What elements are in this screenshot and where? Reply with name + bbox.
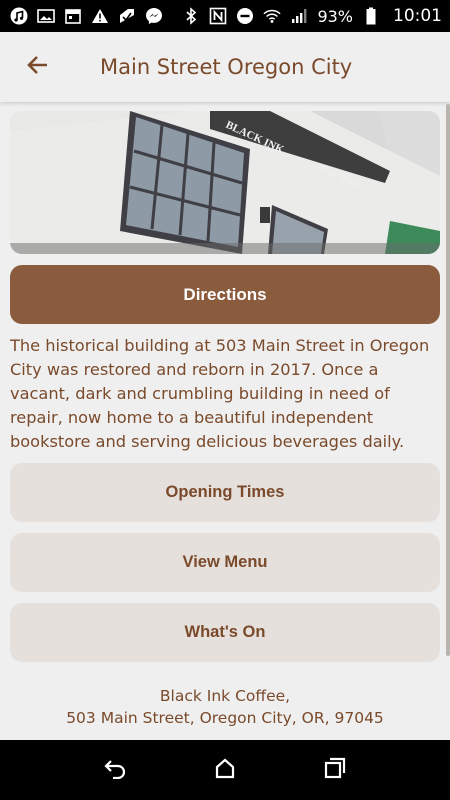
navigation-bar <box>0 740 450 800</box>
status-bar: 93% 10:01 <box>0 0 450 32</box>
back-button[interactable] <box>12 42 62 92</box>
calendar-icon <box>64 7 82 25</box>
photo-icon <box>37 7 55 25</box>
bluetooth-icon <box>182 7 200 25</box>
opening-times-button[interactable]: Opening Times <box>10 463 440 522</box>
battery-icon <box>362 7 380 25</box>
dnd-icon <box>236 7 254 25</box>
music-icon <box>10 7 28 25</box>
app-bar: Main Street Oregon City <box>0 32 450 102</box>
tasks-icon <box>118 7 136 25</box>
recents-nav-button[interactable] <box>310 745 360 795</box>
back-nav-button[interactable] <box>90 745 140 795</box>
address-line-1: Black Ink Coffee, <box>159 687 291 705</box>
whats-on-button[interactable]: What's On <box>10 603 440 662</box>
warning-icon <box>91 7 109 25</box>
address-line-2: 503 Main Street, Oregon City, OR, 97045 <box>66 709 384 727</box>
recents-icon <box>324 757 346 783</box>
scrollbar[interactable] <box>446 104 450 656</box>
home-nav-button[interactable] <box>200 745 250 795</box>
address: Black Ink Coffee, 503 Main Street, Orego… <box>0 685 450 729</box>
messenger-icon <box>145 7 163 25</box>
system-icons: 93% 10:01 <box>182 6 442 26</box>
content-area[interactable]: BLACK INK White Rabbit Directions The hi… <box>0 102 450 740</box>
wifi-icon <box>263 7 282 25</box>
hero-image: BLACK INK White Rabbit <box>10 111 440 254</box>
arrow-left-icon <box>26 55 48 79</box>
notification-icons <box>10 7 163 25</box>
clock: 10:01 <box>393 6 442 26</box>
nfc-icon <box>209 7 227 25</box>
battery-percent: 93% <box>317 6 353 26</box>
directions-button[interactable]: Directions <box>10 265 440 324</box>
view-menu-button[interactable]: View Menu <box>10 533 440 592</box>
description-text: The historical building at 503 Main Stre… <box>10 336 430 451</box>
page-title: Main Street Oregon City <box>100 55 353 79</box>
signal-icon <box>290 7 308 25</box>
home-icon <box>214 757 236 783</box>
back-nav-icon <box>103 757 127 783</box>
